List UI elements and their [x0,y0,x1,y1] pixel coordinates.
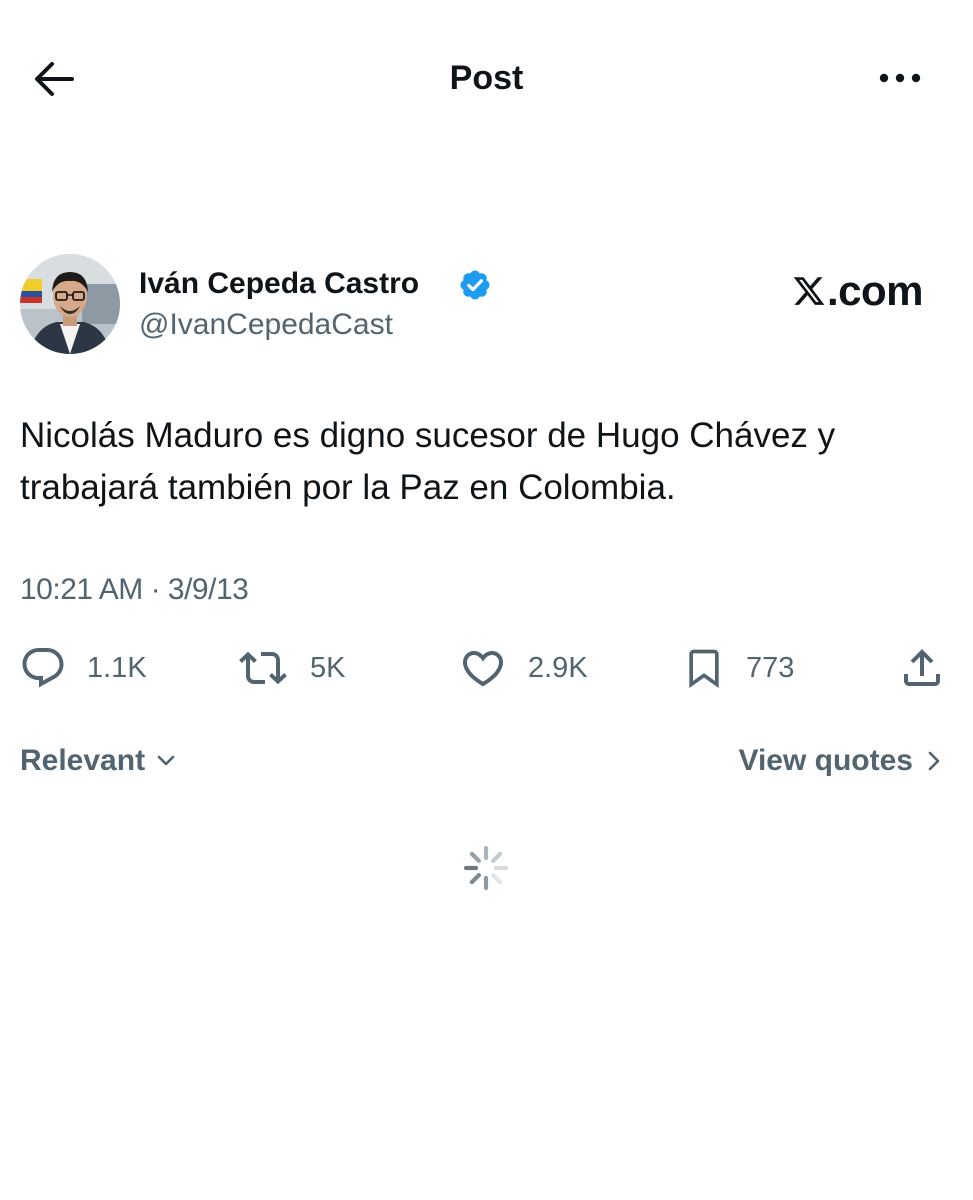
watermark-text: .com [827,267,924,314]
like-button[interactable]: 2.9K [458,644,588,692]
reply-icon [22,648,64,688]
like-count: 2.9K [528,652,588,684]
loading-spinner-icon [462,844,510,892]
bookmark-count: 773 [746,652,795,684]
tweet-timestamp[interactable]: 10:21 AM · 3/9/13 [20,568,249,612]
repost-button[interactable]: 5K [236,644,345,692]
bookmark-icon [689,649,719,689]
chevron-down-icon [157,755,175,766]
bookmark-button[interactable]: 773 [682,644,794,692]
avatar-photo [20,254,120,354]
share-icon [904,649,940,686]
tweet-text: Nicolás Maduro es digno sucesor de Hugo … [20,416,836,507]
verified-badge-icon [458,268,492,302]
x-com-watermark: .com [792,268,937,314]
view-quotes-link[interactable]: View quotes [739,740,948,782]
reply-count: 1.1K [87,652,147,684]
reply-button[interactable]: 1.1K [19,644,147,692]
avatar[interactable] [20,254,120,354]
author-name[interactable]: Iván Cepeda Castro [139,264,419,304]
more-options-button[interactable] [872,58,928,98]
chevron-right-icon [928,751,940,771]
share-button[interactable] [898,644,946,692]
page-title: Post [449,59,524,97]
reply-sort-label: Relevant [20,744,146,777]
repost-icon [239,651,287,685]
view-quotes-label: View quotes [738,744,914,777]
x-logo-icon [793,277,825,305]
heart-icon [462,651,504,687]
author-handle[interactable]: @IvanCepedaCast [139,305,393,345]
reply-sort-dropdown[interactable]: Relevant [20,740,181,782]
repost-count: 5K [310,652,346,684]
ellipsis-icon [879,73,921,83]
